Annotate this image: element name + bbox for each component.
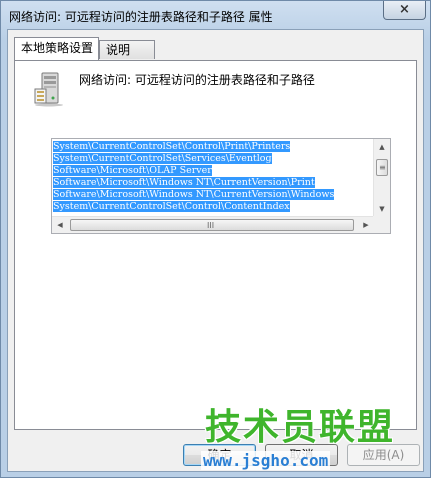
tab-local-policy-setting[interactable]: 本地策略设置 [14,37,99,60]
vertical-scrollbar[interactable]: ▲ ≡ ▼ [373,139,390,217]
list-item[interactable]: Software\Microsoft\Windows NT\CurrentVer… [53,177,373,189]
list-item[interactable]: System\CurrentControlSet\Services\Eventl… [53,153,373,165]
dialog-client-area: 本地策略设置 说明 网络访问: 可远程访问的注册表路径和子路径 System\C… [7,29,424,472]
cancel-button[interactable]: 取消 [265,444,338,466]
horizontal-scroll-thumb[interactable]: III [70,219,354,231]
close-icon: × [399,2,410,17]
list-item[interactable]: System\CurrentControlSet\Control\Content… [53,201,373,213]
scroll-down-icon[interactable]: ▼ [374,201,390,217]
server-computer-icon [34,72,63,107]
window-title: 网络访问: 可远程访问的注册表路径和子路径 属性 [9,10,273,24]
policy-title: 网络访问: 可远程访问的注册表路径和子路径 [79,73,315,87]
list-item[interactable]: System\CurrentControlSet\Control\Print\P… [53,141,373,153]
registry-paths-list: System\CurrentControlSet\Control\Print\P… [53,141,373,213]
list-item[interactable]: Software\Microsoft\OLAP Server [53,165,373,177]
list-item[interactable]: Software\Microsoft\Windows NT\CurrentVer… [53,189,373,201]
scrollbar-corner [373,216,390,233]
scroll-left-icon[interactable]: ◀ [52,217,68,233]
vertical-scroll-thumb[interactable]: ≡ [376,159,388,176]
properties-window: 网络访问: 可远程访问的注册表路径和子路径 属性 × 本地策略设置 说明 网络访… [0,0,431,478]
title-bar[interactable]: 网络访问: 可远程访问的注册表路径和子路径 属性 × [1,1,430,31]
tab-panel: 网络访问: 可远程访问的注册表路径和子路径 System\CurrentCont… [14,60,417,430]
grip-icon: ≡ [379,163,386,172]
scroll-right-icon[interactable]: ▶ [358,217,374,233]
grip-icon: III [207,221,215,230]
apply-button[interactable]: 应用(A) [347,444,420,466]
close-button[interactable]: × [383,1,426,20]
tab-explain[interactable]: 说明 [99,40,155,59]
horizontal-scrollbar[interactable]: ◀ III ▶ [52,216,374,233]
scroll-up-icon[interactable]: ▲ [374,139,390,155]
ok-button[interactable]: 确定 [183,444,256,466]
registry-paths-textbox[interactable]: System\CurrentControlSet\Control\Print\P… [51,138,391,234]
